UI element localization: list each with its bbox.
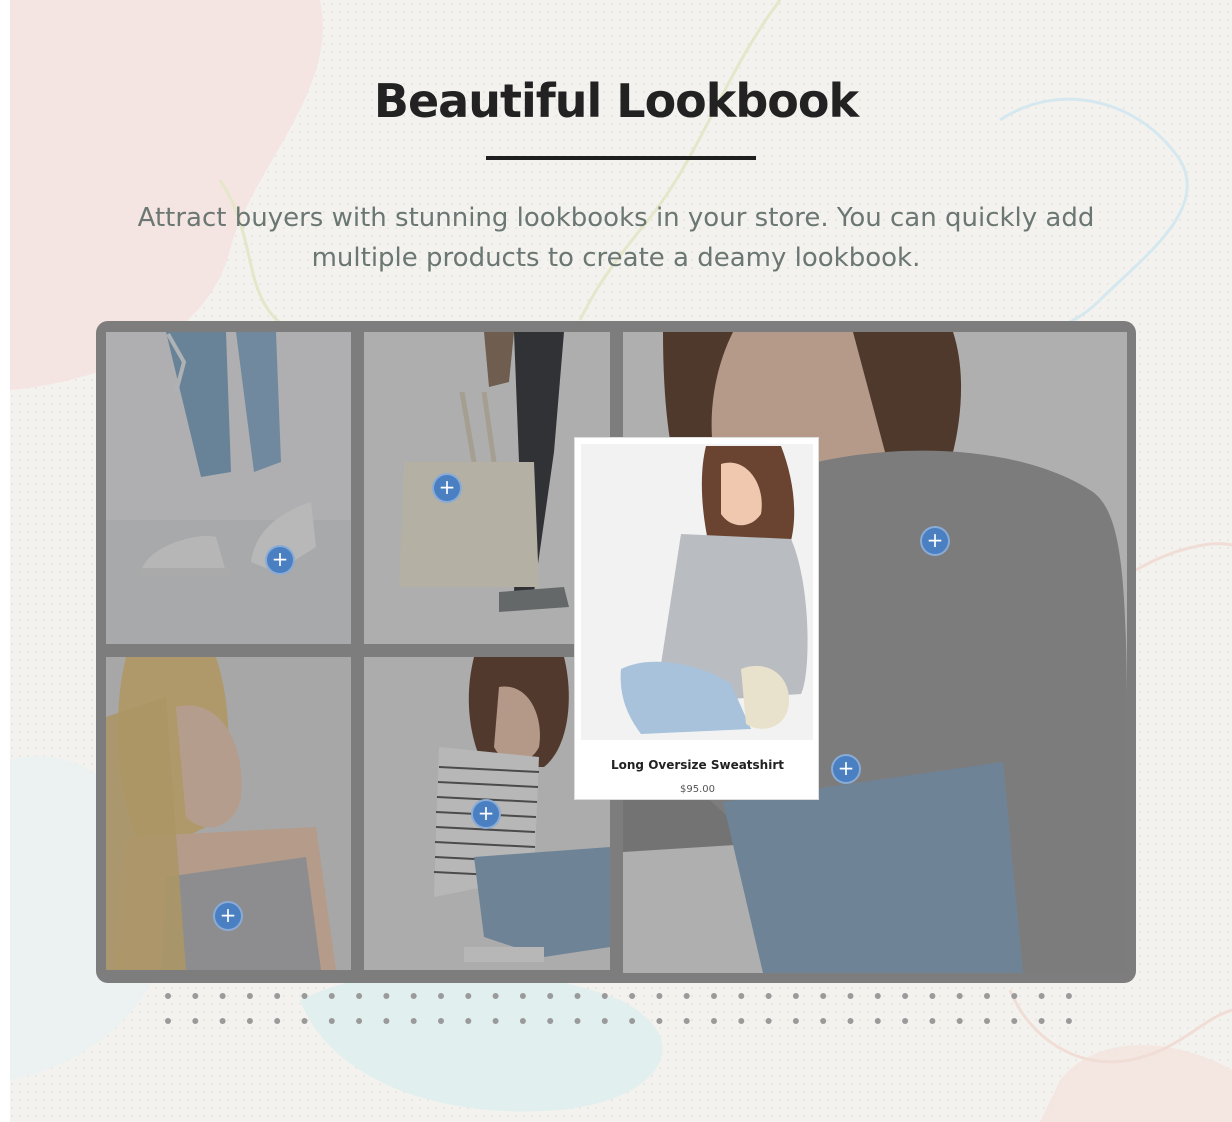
decorative-dot	[765, 993, 772, 999]
decorative-dot	[192, 1018, 199, 1024]
decorative-dot	[356, 1018, 363, 1024]
page-title: Beautiful Lookbook	[373, 74, 859, 128]
decorative-dot	[410, 993, 417, 999]
decorative-dot	[765, 1018, 772, 1024]
decorative-dot	[956, 993, 963, 999]
decorative-dot	[165, 993, 171, 999]
decorative-dot	[519, 1018, 526, 1024]
decorative-dot	[1011, 993, 1018, 999]
decorative-dot	[683, 1018, 690, 1024]
decorative-dot	[711, 1018, 717, 1024]
decorative-dot	[246, 993, 253, 999]
decorative-dot	[683, 993, 690, 999]
decorative-dot	[383, 1018, 390, 1024]
decorative-dot	[219, 1018, 226, 1024]
decorative-dot	[874, 1018, 881, 1024]
decorative-dot	[984, 993, 990, 999]
decorative-dot	[301, 993, 308, 999]
hotspot-sneakers[interactable]: +	[265, 545, 295, 575]
decorative-dot	[629, 1018, 636, 1024]
decorative-dot	[274, 1018, 281, 1024]
product-photo	[581, 444, 813, 740]
decorative-dot	[383, 993, 390, 999]
decorative-dot	[1038, 1018, 1045, 1024]
decorative-dot	[1011, 1018, 1018, 1024]
decorative-dot	[984, 1018, 990, 1024]
decorative-dot	[219, 993, 226, 999]
decorative-dot	[328, 993, 335, 999]
decorative-dot	[465, 993, 472, 999]
hotspot-striped-top[interactable]: +	[471, 799, 501, 829]
hotspot-tank-top[interactable]: +	[213, 901, 243, 931]
decorative-dot	[1038, 993, 1045, 999]
decorative-dot	[246, 1018, 253, 1024]
decorative-dot	[738, 1018, 745, 1024]
lookbook-tile-sneakers	[106, 332, 351, 644]
decorative-dot	[1065, 1018, 1072, 1024]
decorative-dot	[465, 1018, 472, 1024]
decorative-dot	[956, 1018, 963, 1024]
hotspot-jeans[interactable]: +	[831, 754, 861, 784]
left-white-strip	[0, 0, 10, 1122]
tile-overlay	[106, 332, 351, 644]
page-description: Attract buyers with stunning lookbooks i…	[137, 203, 1095, 273]
decorative-dot	[656, 1018, 663, 1024]
decorative-dot	[792, 1018, 799, 1024]
dot-pattern	[165, 993, 1072, 1024]
decorative-dot	[929, 1018, 936, 1024]
decorative-dot	[574, 993, 581, 999]
product-price: $95.00	[680, 784, 715, 795]
decorative-dot	[410, 1018, 417, 1024]
decorative-dot	[519, 993, 526, 999]
decorative-dot	[547, 1018, 554, 1024]
decorative-dot	[492, 993, 499, 999]
decorative-dot	[492, 1018, 499, 1024]
product-image[interactable]	[581, 444, 813, 740]
decorative-dot	[601, 993, 608, 999]
decorative-dot	[711, 993, 717, 999]
decorative-dot	[574, 1018, 581, 1024]
title-underline	[486, 156, 756, 160]
decorative-dot	[601, 1018, 608, 1024]
decorative-dot	[438, 1018, 444, 1024]
product-popup[interactable]: Long Oversize Sweatshirt $95.00	[574, 437, 819, 800]
decorative-dot	[847, 1018, 854, 1024]
hotspot-tote-bag[interactable]: +	[432, 473, 462, 503]
decorative-dot	[192, 993, 199, 999]
decorative-dot	[820, 1018, 827, 1024]
decorative-dot	[274, 993, 281, 999]
decorative-dot	[902, 1018, 909, 1024]
decorative-dot	[328, 1018, 335, 1024]
decorative-dot	[902, 993, 909, 999]
decorative-dot	[738, 993, 745, 999]
decorative-dot	[629, 993, 636, 999]
decorative-dot	[929, 993, 936, 999]
decorative-dot	[438, 993, 444, 999]
decorative-dot	[792, 993, 799, 999]
decorative-dot	[847, 993, 854, 999]
hotspot-sweatshirt[interactable]: +	[920, 526, 950, 556]
decorative-dot	[820, 993, 827, 999]
decorative-dot	[874, 993, 881, 999]
decorative-dot	[547, 993, 554, 999]
decorative-dot	[656, 993, 663, 999]
product-name[interactable]: Long Oversize Sweatshirt	[575, 758, 820, 772]
decorative-dot	[1065, 993, 1072, 999]
decorative-dot	[301, 1018, 308, 1024]
decorative-dot	[356, 993, 363, 999]
decorative-dot	[165, 1018, 171, 1024]
